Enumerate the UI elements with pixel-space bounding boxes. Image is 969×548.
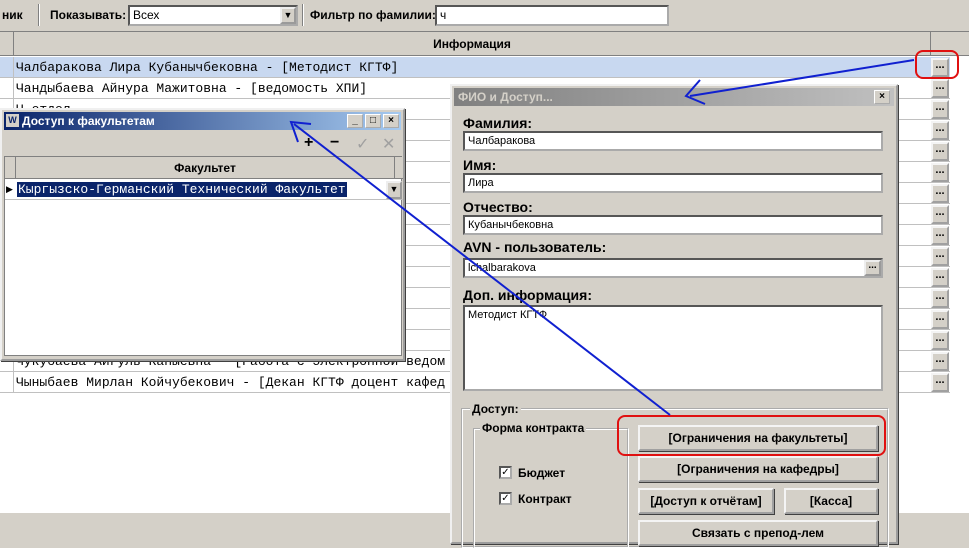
row-edit-button[interactable]: ...: [931, 226, 949, 245]
department-limits-button[interactable]: [Ограничения на кафедры]: [638, 456, 878, 482]
fio-access-window: ФИО и Доступ... × Фамилия: Чалбаракова И…: [450, 84, 898, 548]
show-combo-value: Всех: [133, 8, 160, 22]
patronymic-label: Отчество:: [463, 199, 533, 215]
avn-field[interactable]: lchalbarakova ...: [463, 258, 883, 278]
name-field[interactable]: Лира: [463, 173, 883, 193]
budget-checkbox[interactable]: ✓: [499, 466, 512, 479]
reports-access-button[interactable]: [Доступ к отчётам]: [638, 488, 774, 514]
row-edit-button[interactable]: ...: [931, 79, 949, 98]
row-edit-button[interactable]: ...: [931, 352, 949, 371]
row-edit-button[interactable]: ...: [931, 373, 949, 392]
contract-group: [473, 428, 629, 548]
surname-field[interactable]: Чалбаракова: [463, 131, 883, 151]
name-label: Имя:: [463, 157, 497, 173]
remove-icon[interactable]: −: [330, 134, 339, 152]
contract-checkbox[interactable]: ✓: [499, 492, 512, 505]
close-icon[interactable]: ×: [874, 90, 890, 104]
link-teacher-button[interactable]: Связать с препод-лем: [638, 520, 878, 546]
add-icon[interactable]: +: [304, 134, 313, 152]
row-indicator: [0, 372, 14, 393]
cancel-icon[interactable]: ✕: [382, 134, 395, 154]
row-edit-button[interactable]: ...: [931, 247, 949, 266]
app-icon: W: [6, 114, 19, 127]
column-header-faculty[interactable]: Факультет: [15, 157, 395, 179]
row-info-cell[interactable]: Чыныбаев Мирлан Койчубекович - [Декан КГ…: [16, 375, 445, 390]
faculty-access-window: W Доступ к факультетам _ □ × + − ✓ ✕ Фак…: [0, 108, 405, 361]
contract-checkbox-label: Контракт: [518, 492, 572, 506]
avn-label: AVN - пользователь:: [463, 239, 607, 255]
access-label: Доступ:: [470, 402, 521, 416]
grid-header: Информация: [0, 32, 969, 56]
row-indicator: [0, 57, 14, 78]
row-info-cell[interactable]: Чалбаракова Лира Кубанычбековна - [Метод…: [16, 60, 398, 75]
row-edit-button[interactable]: ...: [931, 142, 949, 161]
filter-input[interactable]: ч: [435, 5, 669, 26]
annotation-highlight-faculty-button: [617, 415, 886, 456]
avn-value: lchalbarakova: [468, 262, 536, 274]
patronymic-field[interactable]: Кубанычбековна: [463, 215, 883, 235]
cash-button[interactable]: [Касса]: [784, 488, 878, 514]
maximize-icon[interactable]: □: [365, 114, 381, 128]
show-combo[interactable]: Всех ▼: [128, 5, 298, 26]
row-edit-button[interactable]: ...: [931, 289, 949, 308]
row-indicator: [0, 78, 14, 99]
faculty-window-title: Доступ к факультетам: [22, 114, 155, 128]
minimize-icon[interactable]: _: [347, 114, 363, 128]
faculty-window-titlebar[interactable]: W Доступ к факультетам _ □ ×: [4, 112, 401, 130]
close-icon[interactable]: ×: [383, 114, 399, 128]
row-indicator-header: [0, 32, 14, 56]
row-edit-button[interactable]: ...: [931, 121, 949, 140]
budget-label: Бюджет: [518, 466, 566, 480]
chevron-down-icon[interactable]: ▼: [386, 181, 402, 199]
toolbar-separator: [38, 4, 40, 26]
chevron-down-icon[interactable]: ▼: [280, 7, 296, 24]
row-info-cell[interactable]: Чандыбаева Айнура Мажитовна - [ведомость…: [16, 81, 367, 96]
row-edit-button[interactable]: ...: [931, 184, 949, 203]
toolbar-separator: [302, 4, 304, 26]
filter-label: Фильтр по фамилии:: [310, 8, 436, 22]
table-row[interactable]: Чалбаракова Лира Кубанычбековна - [Метод…: [0, 57, 950, 78]
toolbar-partial-label: ник: [2, 8, 23, 22]
surname-label: Фамилия:: [463, 115, 533, 131]
show-label: Показывать:: [50, 8, 127, 22]
fio-window-title: ФИО и Доступ...: [458, 90, 553, 104]
annotation-highlight-row-button: [915, 50, 959, 79]
row-edit-button[interactable]: ...: [931, 205, 949, 224]
toolbar: ник Показывать: Всех ▼ Фильтр по фамилии…: [0, 0, 969, 32]
avn-lookup-button[interactable]: ...: [864, 260, 881, 276]
contract-label: Форма контракта: [480, 421, 587, 435]
row-pointer-icon: ▶: [6, 184, 13, 194]
row-edit-button[interactable]: ...: [931, 310, 949, 329]
column-header-info[interactable]: Информация: [14, 32, 931, 56]
check-icon[interactable]: ✓: [356, 134, 369, 154]
fio-window-titlebar[interactable]: ФИО и Доступ... ×: [454, 88, 894, 106]
faculty-cell[interactable]: Кыргызско-Германский Технический Факульт…: [17, 182, 347, 197]
row-edit-button[interactable]: ...: [931, 331, 949, 350]
info-textarea[interactable]: Методист КГТФ: [463, 305, 883, 391]
info-label: Доп. информация:: [463, 287, 592, 303]
row-edit-button[interactable]: ...: [931, 163, 949, 182]
faculty-grid: Факультет ▶ Кыргызско-Германский Техниче…: [4, 156, 403, 356]
faculty-grid-header: Факультет: [5, 157, 403, 179]
row-edit-button[interactable]: ...: [931, 268, 949, 287]
faculty-row[interactable]: ▶ Кыргызско-Германский Технический Факул…: [5, 180, 403, 200]
row-edit-button[interactable]: ...: [931, 100, 949, 119]
